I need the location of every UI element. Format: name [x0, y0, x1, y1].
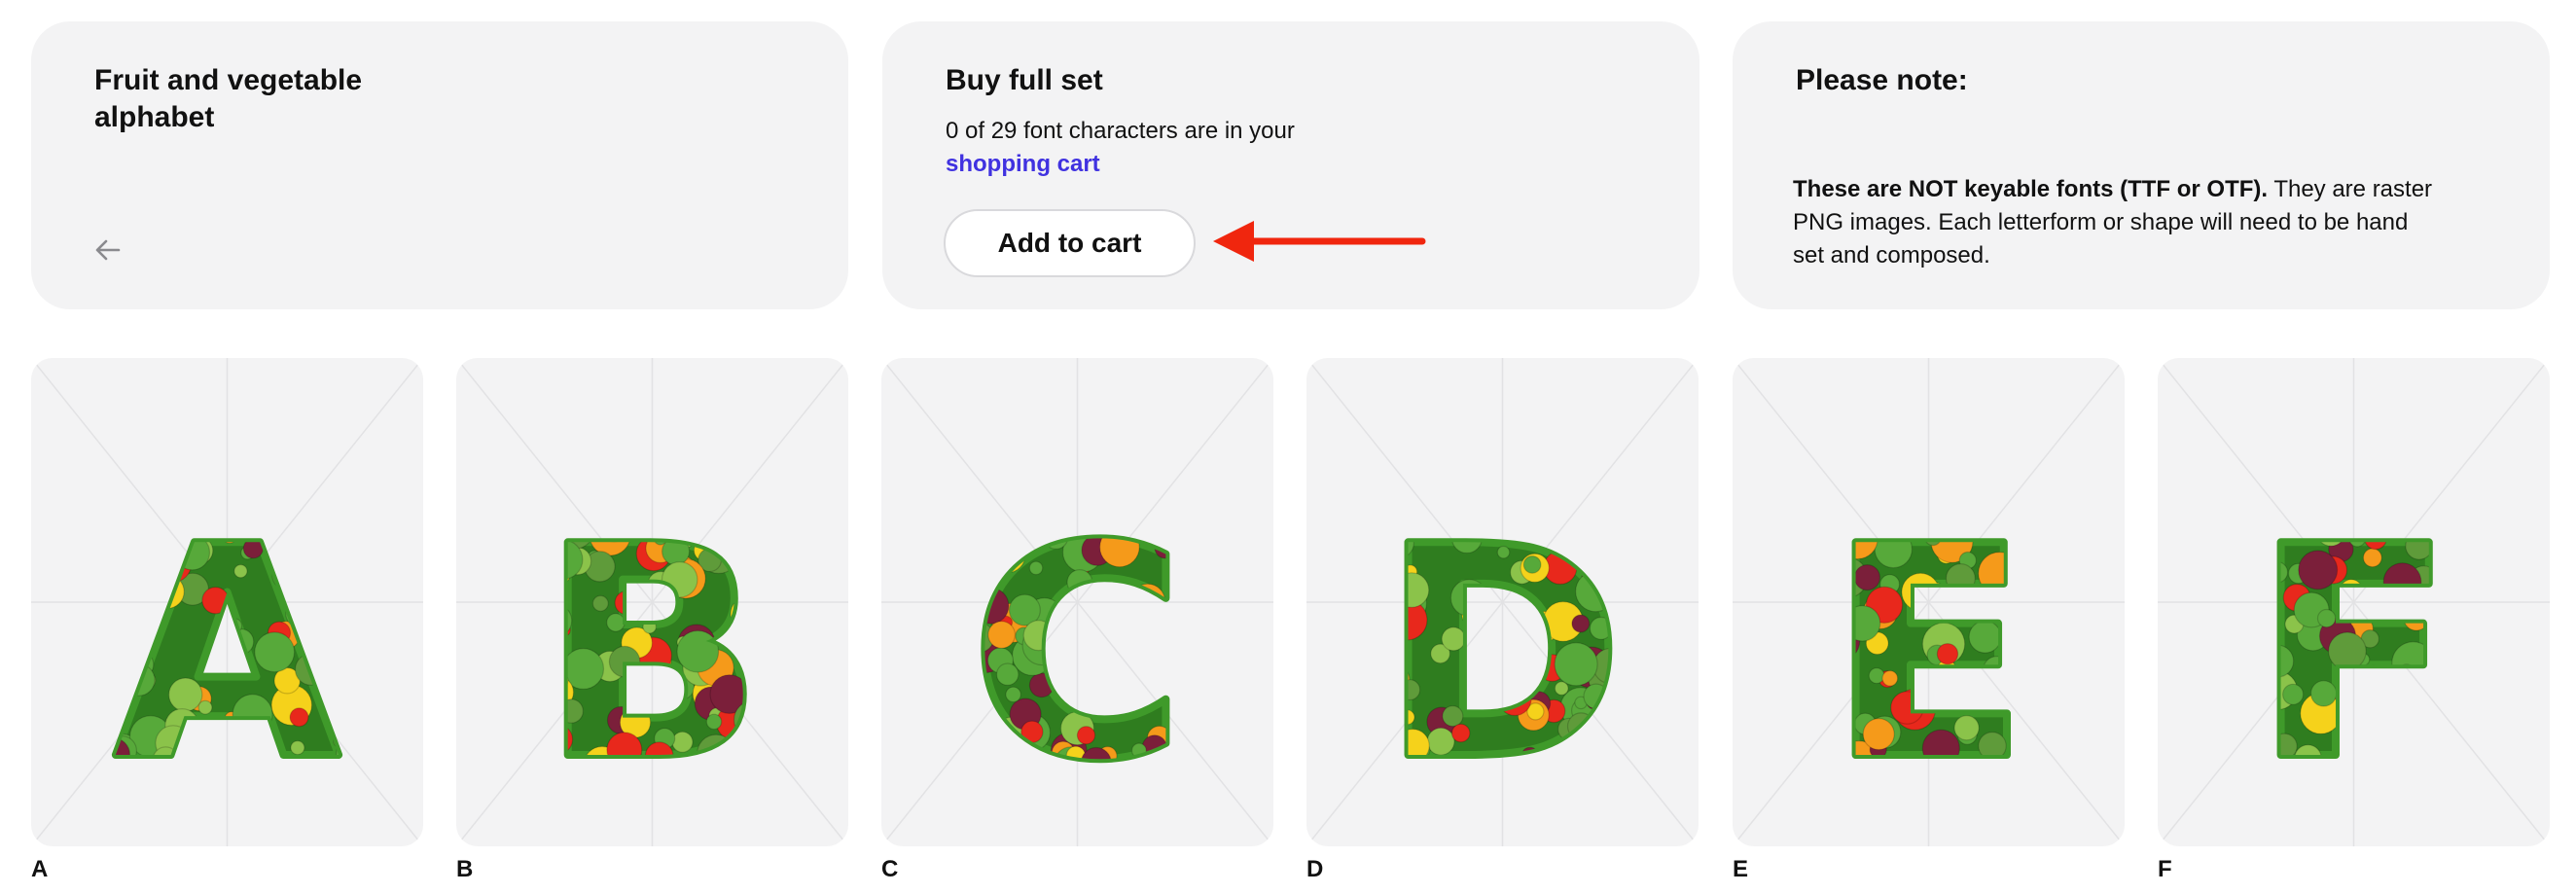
- note-bold: These are NOT keyable fonts (TTF or OTF)…: [1793, 176, 2269, 202]
- buy-title: Buy full set: [946, 64, 1103, 96]
- arrow-left-icon[interactable]: [91, 233, 125, 267]
- note-text: These are NOT keyable fonts (TTF or OTF)…: [1793, 173, 2435, 272]
- shopping-cart-link[interactable]: shopping cart: [946, 151, 1100, 177]
- page-title: Fruit and vegetable alphabet: [94, 64, 363, 133]
- letter-label: A: [31, 856, 49, 882]
- red-arrow-annotation: [1213, 221, 1426, 262]
- cart-status: 0 of 29 font characters are in your shop…: [946, 115, 1296, 181]
- note-title: Please note:: [1796, 64, 1968, 96]
- produce-letter-c: CC: [966, 481, 1188, 828]
- produce-letter-a: AA: [110, 481, 345, 828]
- title-panel: Fruit and vegetable alphabet: [31, 21, 848, 309]
- letter-label: E: [1733, 856, 1749, 882]
- produce-letter-e: EE: [1825, 481, 2032, 828]
- cart-status-text: 0 of 29 font characters are in your: [946, 118, 1295, 144]
- produce-letter-f: FF: [2250, 481, 2457, 828]
- produce-letter-d: DD: [1377, 481, 1628, 828]
- buy-panel: Buy full set 0 of 29 font characters are…: [882, 21, 1699, 309]
- letter-tile-c[interactable]: CC: [881, 358, 1273, 846]
- letter-tile-d[interactable]: DD: [1306, 358, 1699, 846]
- produce-letter-b: BB: [537, 481, 768, 828]
- letter-tile-e[interactable]: EE: [1733, 358, 2125, 846]
- letter-tile-f[interactable]: FF: [2158, 358, 2550, 846]
- letter-label: C: [881, 856, 899, 882]
- letter-tile-b[interactable]: BB: [456, 358, 848, 846]
- letter-label: F: [2158, 856, 2172, 882]
- note-panel: Please note: These are NOT keyable fonts…: [1733, 21, 2550, 309]
- letter-label: B: [456, 856, 474, 882]
- letter-label: D: [1306, 856, 1324, 882]
- add-to-cart-button[interactable]: Add to cart: [944, 209, 1196, 277]
- letter-tile-a[interactable]: AA: [31, 358, 423, 846]
